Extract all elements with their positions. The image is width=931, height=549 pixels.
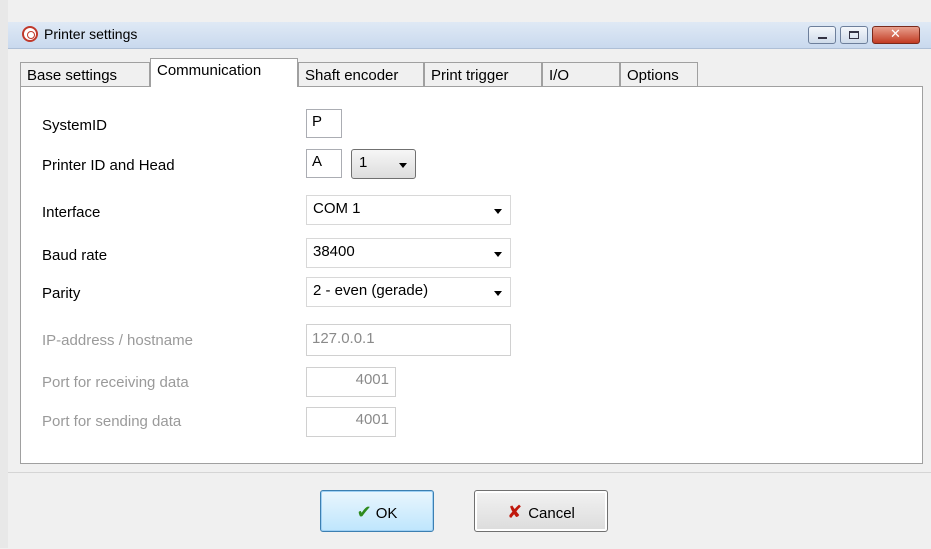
ok-button[interactable]: ✔ OK: [320, 490, 434, 532]
port-receive-label: Port for receiving data: [42, 374, 189, 391]
baud-rate-label: Baud rate: [42, 247, 108, 264]
baud-rate-select-value: 38400: [313, 243, 355, 260]
head-select[interactable]: 1: [351, 149, 416, 179]
cancel-button[interactable]: ✘ Cancel: [474, 490, 608, 532]
port-receive-input[interactable]: 4001: [306, 367, 396, 397]
maximize-button[interactable]: [840, 26, 868, 44]
checkmark-icon: ✔: [356, 502, 372, 523]
window-left-edge: [0, 0, 8, 548]
interface-select[interactable]: COM 1: [306, 195, 511, 225]
tab-options[interactable]: Options: [620, 62, 698, 86]
dialog-footer: [8, 472, 931, 549]
interface-label: Interface: [42, 204, 101, 221]
ip-address-input[interactable]: 127.0.0.1: [306, 324, 511, 356]
system-id-label: SystemID: [42, 117, 108, 134]
printer-id-input[interactable]: A: [306, 149, 342, 178]
tab-shaft-encoder[interactable]: Shaft encoder: [298, 62, 424, 86]
close-button[interactable]: [872, 26, 920, 44]
chevron-down-icon: [399, 163, 407, 168]
chevron-down-icon: [494, 209, 502, 214]
printer-id-label: Printer ID and Head: [42, 157, 175, 174]
cancel-button-label: Cancel: [528, 505, 575, 522]
parity-select-value: 2 - even (gerade): [313, 282, 429, 299]
x-icon: ✘: [507, 502, 523, 523]
chevron-down-icon: [494, 252, 502, 257]
tab-communication[interactable]: Communication: [150, 58, 298, 87]
ip-address-label: IP-address / hostname: [42, 332, 193, 349]
printer-app-icon: [22, 26, 38, 42]
title-bar[interactable]: Printer settings: [8, 22, 931, 49]
tab-io[interactable]: I/O: [542, 62, 620, 86]
minimize-button[interactable]: [808, 26, 836, 44]
baud-rate-select[interactable]: 38400: [306, 238, 511, 268]
parity-select[interactable]: 2 - even (gerade): [306, 277, 511, 307]
chevron-down-icon: [494, 291, 502, 296]
window-title: Printer settings: [44, 26, 138, 42]
interface-select-value: COM 1: [313, 200, 361, 217]
head-select-value: 1: [359, 154, 368, 171]
port-send-input[interactable]: 4001: [306, 407, 396, 437]
communication-panel: SystemID P Printer ID and Head A 1 Inter…: [20, 86, 923, 464]
tab-base-settings[interactable]: Base settings: [20, 62, 150, 86]
system-id-input[interactable]: P: [306, 109, 342, 138]
parity-label: Parity: [42, 285, 81, 302]
ok-button-label: OK: [375, 505, 398, 522]
tab-print-trigger[interactable]: Print trigger: [424, 62, 542, 86]
port-send-label: Port for sending data: [42, 413, 182, 430]
